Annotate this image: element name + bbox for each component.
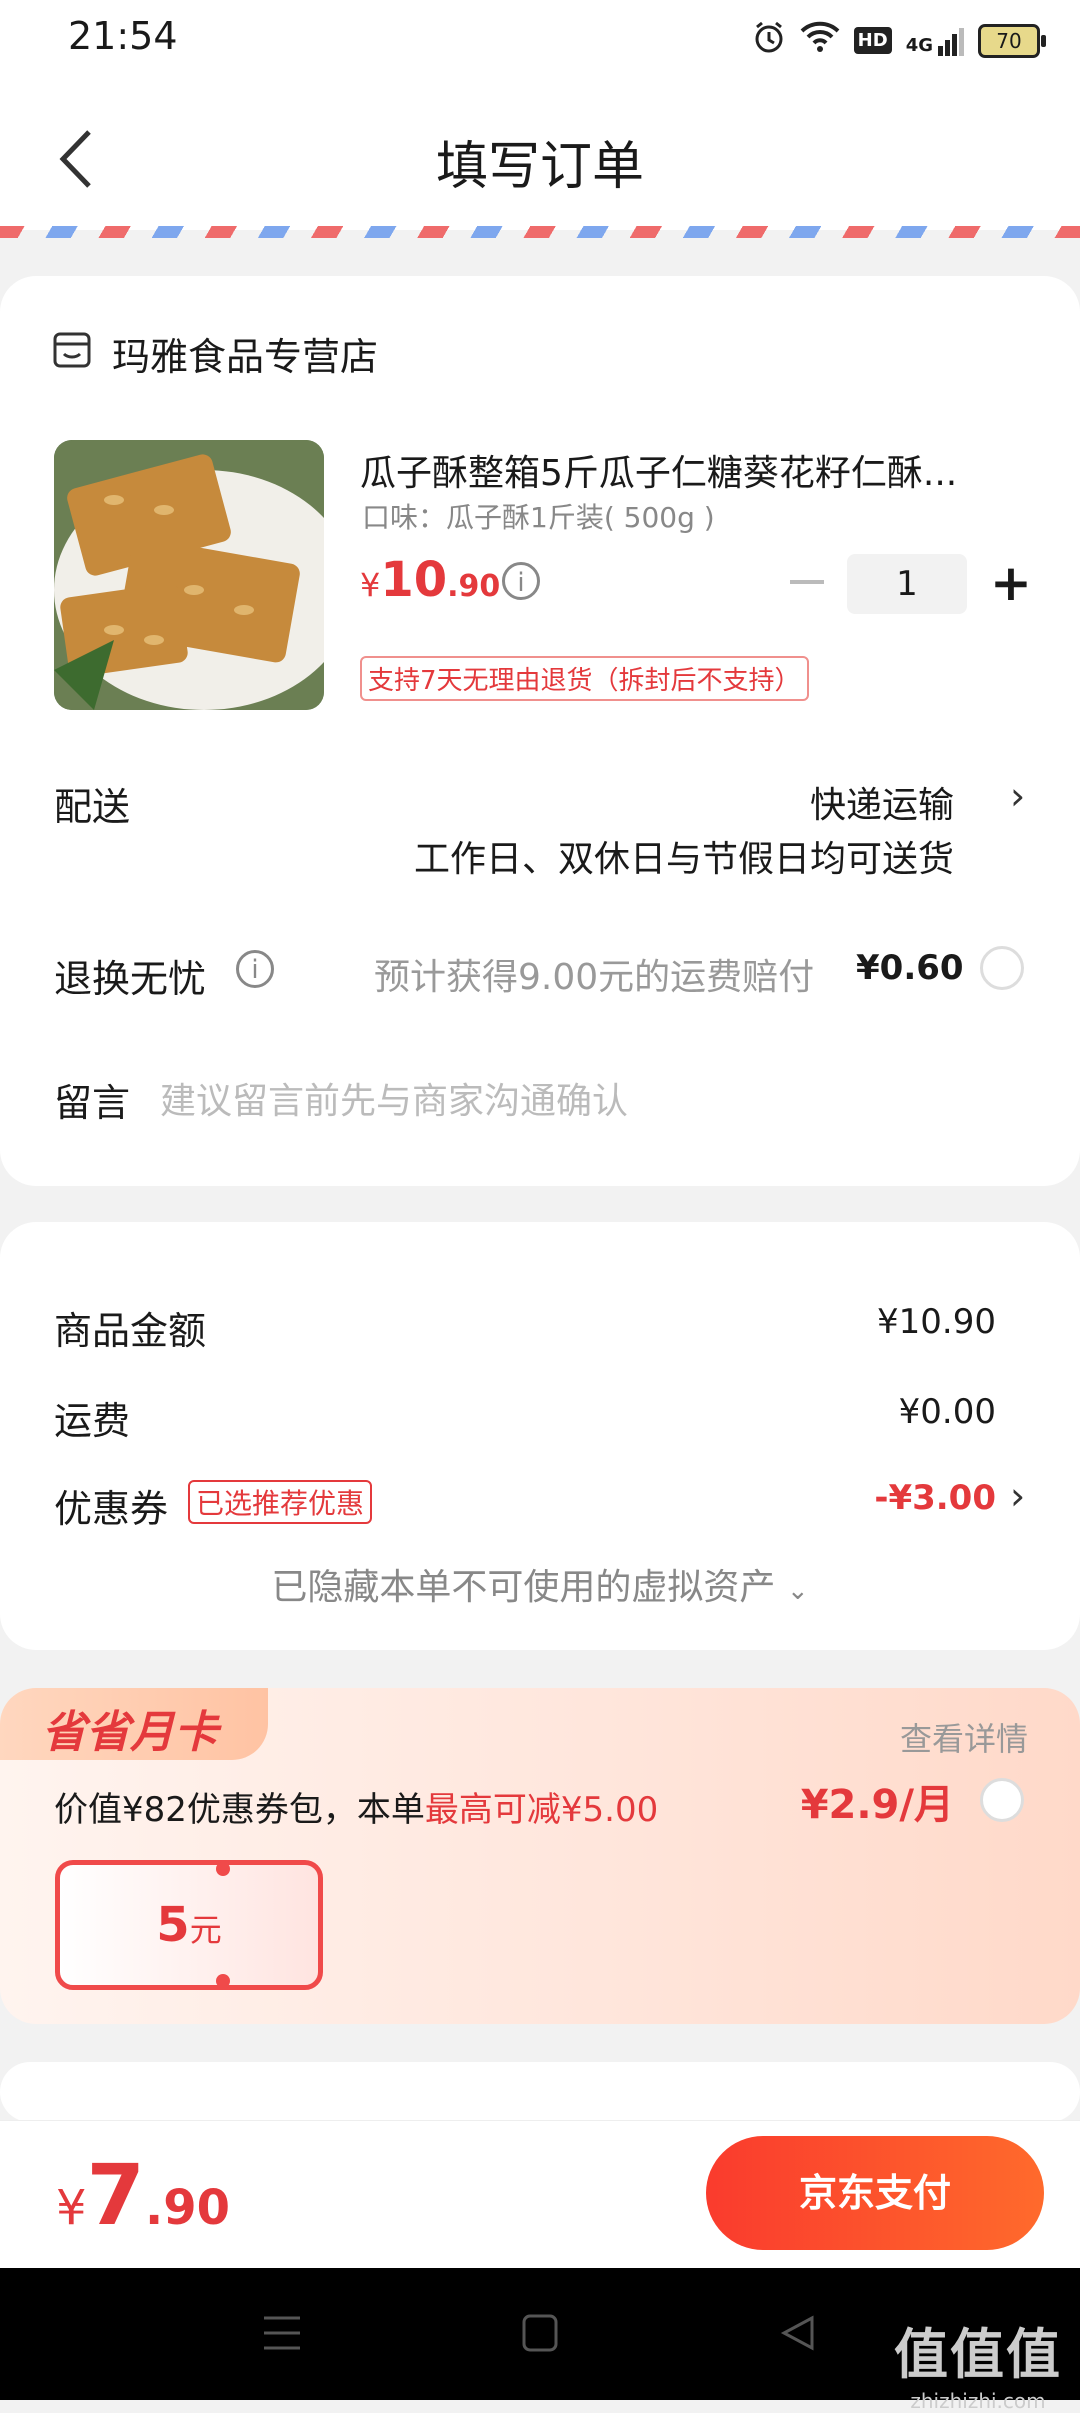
hidden-assets-text: 已隐藏本单不可使用的虚拟资产	[271, 1567, 776, 1608]
signal-icon: 4G	[906, 26, 964, 56]
status-bar: 21:54 HD 4G 70	[0, 0, 1080, 84]
month-card-badge-text: 省省月卡	[42, 1707, 218, 1758]
month-card-desc-prefix: 价值¥82优惠券包，本单	[54, 1790, 425, 1830]
product-image[interactable]	[54, 440, 324, 710]
quantity-decrement-button[interactable]	[790, 580, 824, 584]
coupon-label: 优惠券	[54, 1487, 169, 1531]
watermark-logo: 值值值	[894, 2323, 1062, 2386]
goods-amount-value: ¥10.90	[877, 1302, 996, 1342]
goods-amount-label: 商品金额	[54, 1309, 207, 1353]
page-header: 填写订单	[0, 84, 1080, 230]
shop-name[interactable]: 玛雅食品专营店	[112, 326, 378, 381]
next-card	[0, 2062, 1080, 2122]
product-price: ¥10.90	[360, 552, 500, 608]
chevron-right-icon[interactable]: ›	[1010, 774, 1025, 818]
delivery-label: 配送	[54, 785, 131, 829]
alarm-icon	[752, 20, 786, 61]
price-integer: 10	[380, 552, 448, 608]
chevron-right-icon[interactable]: ›	[1010, 1474, 1025, 1518]
month-card-price: ¥2.9/月	[800, 1782, 954, 1828]
product-title[interactable]: 瓜子酥整箱5斤瓜子仁糖葵花籽仁酥...	[360, 444, 1000, 496]
total-integer: 7	[86, 2146, 145, 2244]
voucher-unit: 元	[189, 1911, 222, 1949]
shipping-label: 运费	[54, 1399, 131, 1443]
delivery-method[interactable]: 快递运输	[810, 776, 954, 828]
status-icons: HD 4G 70	[752, 20, 1046, 61]
home-icon[interactable]	[522, 2314, 558, 2356]
product-spec[interactable]: 口味：瓜子酥1斤装( 500g )	[362, 496, 715, 536]
jd-pay-button[interactable]: 京东支付	[706, 2136, 1044, 2250]
return-worry-desc: 预计获得9.00元的运费赔付	[374, 957, 815, 998]
voucher-amount: 5	[156, 1897, 190, 1953]
return-info-icon[interactable]: i	[236, 950, 274, 988]
status-time: 21:54	[68, 14, 178, 58]
coupon-value[interactable]: -¥3.00	[874, 1478, 996, 1518]
return-worry-price: ¥0.60	[856, 948, 964, 988]
delivery-desc: 工作日、双休日与节假日均可送货	[413, 839, 954, 880]
hidden-assets-toggle[interactable]: 已隐藏本单不可使用的虚拟资产 ⌄	[0, 1558, 1080, 1610]
shop-icon	[52, 330, 92, 370]
message-label: 留言	[54, 1081, 131, 1125]
price-decimal: .90	[447, 569, 501, 604]
watermark: 值值值 zhizhizhi.com	[894, 2310, 1062, 2413]
return-worry-label: 退换无忧	[54, 957, 207, 1001]
return-worry-radio[interactable]	[980, 946, 1024, 990]
menu-icon[interactable]	[262, 2314, 302, 2356]
total-currency: ¥	[56, 2180, 87, 2236]
voucher-notch-top	[216, 1862, 230, 1876]
total-decimal: .90	[145, 2180, 231, 2236]
price-currency: ¥	[360, 566, 381, 604]
chevron-down-icon: ⌄	[786, 1576, 809, 1606]
quantity-increment-button[interactable]: +	[990, 558, 1032, 608]
return-policy-tag: 支持7天无理由退货（拆封后不支持）	[360, 656, 809, 701]
coupon-tag: 已选推荐优惠	[188, 1480, 373, 1524]
back-nav-icon[interactable]	[778, 2314, 816, 2356]
hd-icon: HD	[853, 27, 892, 54]
page-title: 填写订单	[435, 137, 644, 197]
total-price: ¥7.90	[56, 2146, 230, 2244]
month-card-desc: 价值¥82优惠券包，本单最高可减¥5.00	[54, 1782, 658, 1831]
voucher-card: 5元	[55, 1860, 323, 1990]
watermark-url: zhizhizhi.com	[910, 2389, 1046, 2413]
order-card	[0, 276, 1080, 1186]
shipping-value: ¥0.00	[898, 1392, 996, 1432]
quantity-input[interactable]: 1	[847, 554, 967, 614]
view-details-link[interactable]: 查看详情	[900, 1714, 1028, 1760]
network-type-label: 4G	[905, 34, 933, 56]
wifi-icon	[800, 21, 840, 60]
price-info-icon[interactable]: i	[502, 562, 540, 600]
airmail-divider	[0, 226, 1080, 238]
month-card-desc-highlight: 最高可减¥5.00	[424, 1790, 659, 1830]
battery-icon: 70	[978, 23, 1046, 58]
month-card-radio[interactable]	[980, 1778, 1024, 1822]
voucher-notch-bottom	[216, 1974, 230, 1988]
message-input[interactable]: 建议留言前先与商家沟通确认	[160, 1072, 628, 1124]
